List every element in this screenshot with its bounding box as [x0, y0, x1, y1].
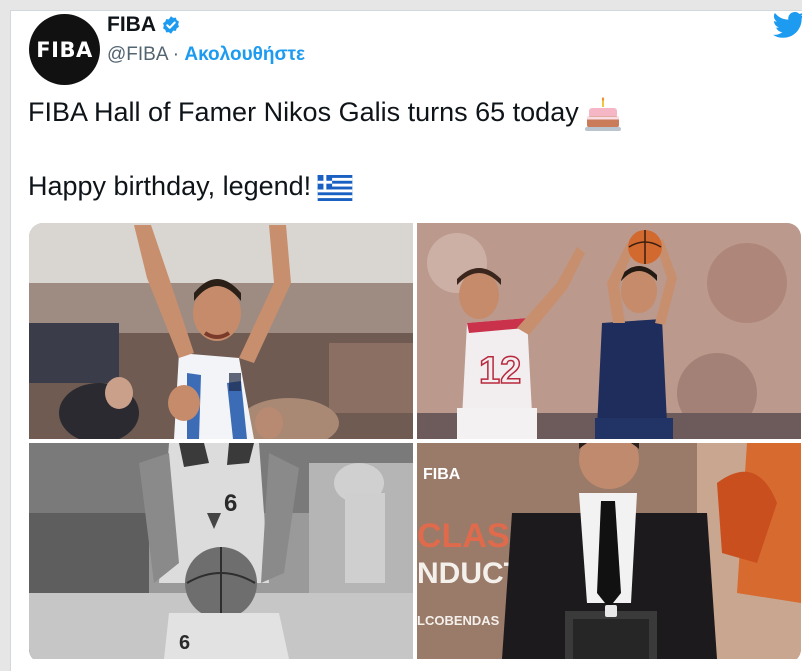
- handle[interactable]: @FIBA: [107, 44, 167, 65]
- verified-badge-icon: [163, 16, 179, 34]
- jersey-number-6: 6: [224, 490, 237, 517]
- tweet-line-1: FIBA Hall of Famer Nikos Galis turns 65 …: [28, 94, 621, 131]
- display-name[interactable]: FIBA: [107, 13, 156, 37]
- birthday-cake-icon: [584, 96, 621, 131]
- tweet-line-gap: [28, 131, 621, 168]
- shorts-number-6: 6: [179, 632, 190, 654]
- handle-row: @FIBA · Ακολουθήστε: [107, 44, 305, 66]
- photo-3-free-throw[interactable]: 6 6: [29, 443, 413, 659]
- greek-flag-icon: [317, 174, 353, 201]
- separator: ·: [172, 44, 180, 65]
- twitter-bird-icon[interactable]: [773, 11, 802, 39]
- photo-1-celebration[interactable]: [29, 223, 413, 439]
- banner-fiba-text: FIBA: [423, 466, 461, 483]
- banner-alcobendas-text: LCOBENDAS: [417, 613, 500, 628]
- follow-button[interactable]: Ακολουθήστε: [184, 44, 305, 65]
- photo-2-jump-shot[interactable]: 12: [417, 223, 801, 439]
- author-name-row: FIBA: [107, 13, 181, 37]
- tweet-text: FIBA Hall of Famer Nikos Galis turns 65 …: [28, 94, 621, 205]
- tweet-line-2: Happy birthday, legend!: [28, 168, 621, 205]
- avatar-text: FIBA: [36, 37, 93, 62]
- photo-4-induction[interactable]: FIBA CLASS NDUCT LCOBENDAS: [417, 443, 801, 659]
- jersey-number-12: 12: [479, 350, 521, 392]
- media-grid: 12 6 6 FIBA CLASS NDUCT LCOBENDAS: [29, 223, 801, 663]
- banner-induct-text: NDUCT: [417, 557, 522, 590]
- tweet-card: FIBA FIBA @FIBA · Ακολουθήστε FIBA Hall …: [10, 10, 802, 671]
- tweet-line-2-text: Happy birthday, legend!: [28, 171, 312, 201]
- fiba-avatar[interactable]: FIBA: [29, 14, 100, 85]
- tweet-line-1-text: FIBA Hall of Famer Nikos Galis turns 65 …: [28, 97, 579, 127]
